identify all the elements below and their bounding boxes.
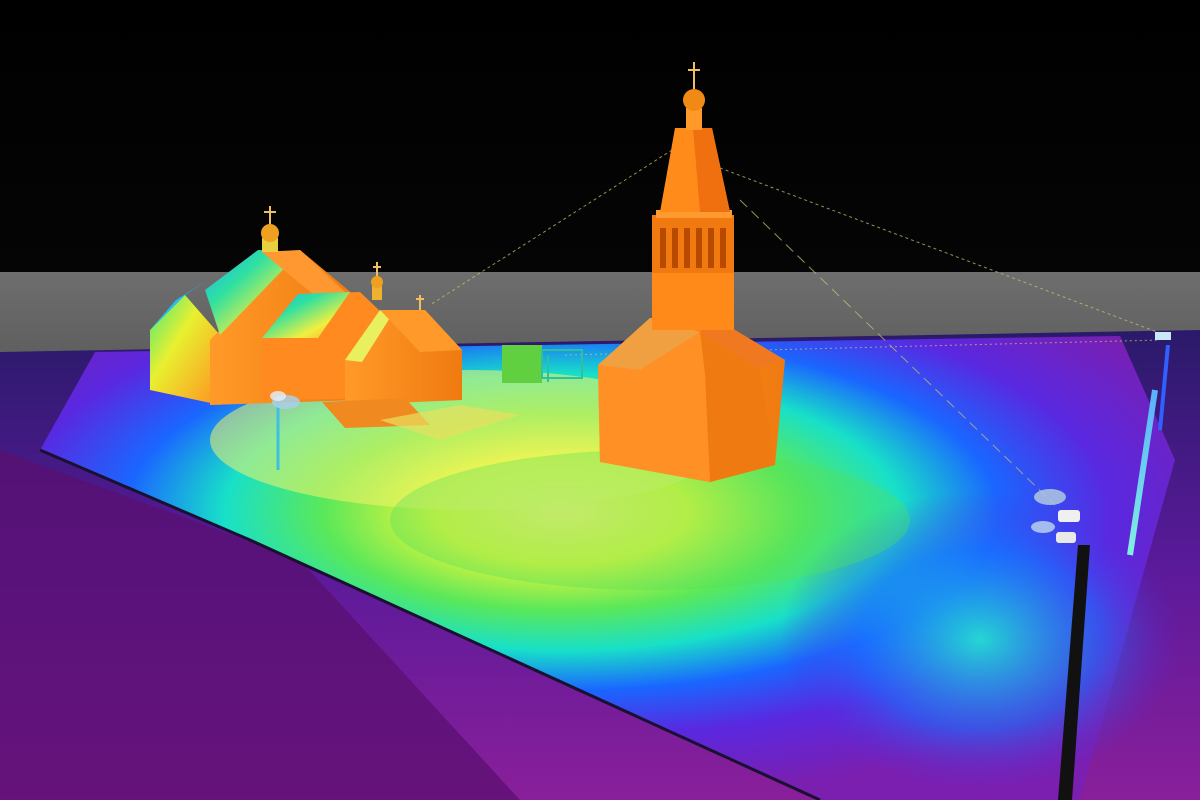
illuminance-scene[interactable]	[0, 0, 1200, 800]
3d-render-viewport[interactable]	[0, 0, 1200, 800]
night-sky	[0, 0, 1200, 272]
